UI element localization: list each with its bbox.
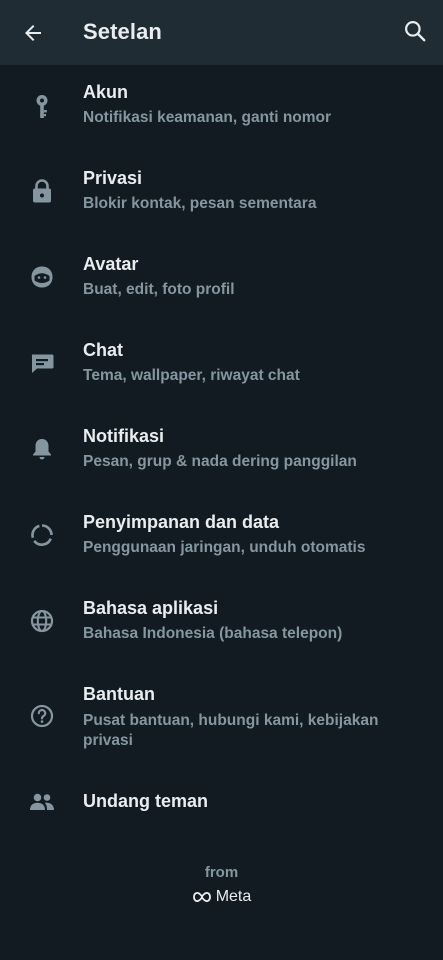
setting-description: Notifikasi keamanan, ganti nomor xyxy=(83,109,332,126)
setting-item-avatar[interactable]: Avatar Buat, edit, foto profil xyxy=(0,242,443,328)
setting-label: Notifikasi xyxy=(83,426,165,446)
globe-icon xyxy=(26,605,58,637)
setting-description: Pusat bantuan, hubungi kami, kebijakan p… xyxy=(83,712,379,749)
key-icon xyxy=(26,91,58,123)
meta-brand-text: Meta xyxy=(215,888,252,905)
chat-icon xyxy=(26,347,58,379)
setting-item-chat[interactable]: Chat Tema, wallpaper, riwayat chat xyxy=(0,328,443,414)
setting-description: Buat, edit, foto profil xyxy=(83,281,235,298)
setting-label: Penyimpanan dan data xyxy=(83,512,280,532)
setting-label: Chat xyxy=(83,340,123,360)
setting-label: Bantuan xyxy=(83,684,155,704)
data-usage-icon xyxy=(26,519,58,551)
search-icon xyxy=(405,21,426,42)
app-bar: Setelan xyxy=(0,0,443,65)
help-icon xyxy=(26,700,58,732)
setting-item-penyimpanan[interactable]: Penyimpanan dan data Penggunaan jaringan… xyxy=(0,500,443,586)
setting-label: Akun xyxy=(83,82,128,102)
setting-item-bahasa[interactable]: Bahasa aplikasi Bahasa Indonesia (bahasa… xyxy=(0,586,443,672)
setting-label: Avatar xyxy=(83,254,139,274)
page-title: Setelan xyxy=(83,19,162,44)
setting-description: Bahasa Indonesia (bahasa telepon) xyxy=(83,625,343,642)
setting-label: Bahasa aplikasi xyxy=(83,598,219,618)
footer-from-text: from xyxy=(204,864,239,881)
search-button[interactable] xyxy=(394,10,436,52)
meta-infinity-icon xyxy=(192,891,211,903)
setting-item-akun[interactable]: Akun Notifikasi keamanan, ganti nomor xyxy=(0,70,443,156)
setting-description: Blokir kontak, pesan sementara xyxy=(83,195,317,212)
setting-item-bantuan[interactable]: Bantuan Pusat bantuan, hubungi kami, keb… xyxy=(0,672,443,772)
setting-label: Undang teman xyxy=(83,791,209,811)
setting-item-notifikasi[interactable]: Notifikasi Pesan, grup & nada dering pan… xyxy=(0,414,443,500)
setting-label: Privasi xyxy=(83,168,143,188)
setting-item-undang-teman[interactable]: Undang teman xyxy=(0,778,443,826)
back-button[interactable] xyxy=(12,12,54,54)
avatar-face-icon xyxy=(26,261,58,293)
setting-description: Penggunaan jaringan, unduh otomatis xyxy=(83,539,366,556)
meta-logo: Meta xyxy=(0,888,443,906)
settings-screen: Setelan Akun Notifikasi keamanan, ganti … xyxy=(0,0,443,960)
setting-item-privasi[interactable]: Privasi Blokir kontak, pesan sementara xyxy=(0,156,443,242)
arrow-left-icon xyxy=(25,25,41,41)
people-icon xyxy=(26,786,58,818)
bell-icon xyxy=(26,433,58,465)
setting-description: Tema, wallpaper, riwayat chat xyxy=(83,367,300,384)
setting-description: Pesan, grup & nada dering panggilan xyxy=(83,453,357,470)
lock-icon xyxy=(26,175,58,207)
